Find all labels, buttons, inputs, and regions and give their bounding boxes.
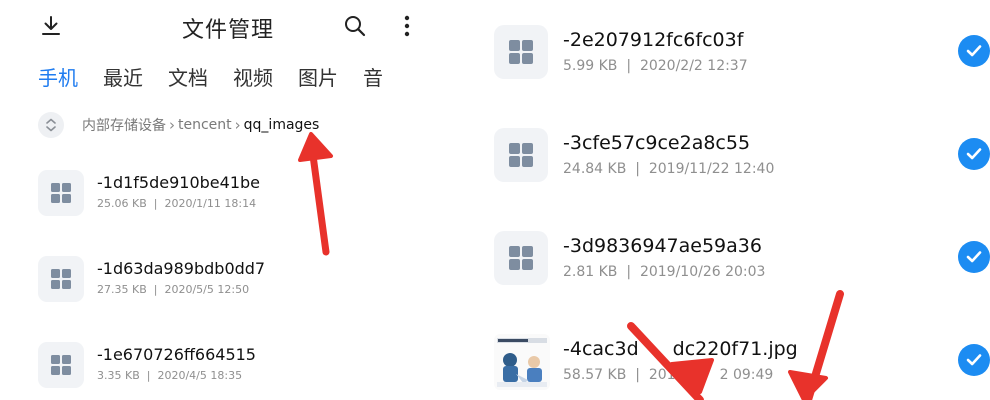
- right-screen: -2e207912fc6fc03f 5.99 KB | 2020/2/2 12:…: [448, 0, 990, 400]
- file-size: 3.35 KB: [97, 369, 140, 382]
- meta-separator: |: [635, 367, 640, 383]
- file-name-start: -4cac3d: [563, 338, 639, 360]
- file-meta: 27.35 KB | 2020/5/5 12:50: [97, 283, 249, 296]
- list-item[interactable]: -1e670726ff664515 3.35 KB | 2020/4/5 18:…: [38, 342, 418, 392]
- file-type-icon: [38, 342, 84, 388]
- list-item[interactable]: -1d1f5de910be41be 25.06 KB | 2020/1/11 1…: [38, 170, 418, 220]
- file-date: 2020/5/5 12:50: [164, 283, 250, 296]
- expand-collapse-icon: [46, 118, 56, 132]
- file-name: -4cac3d dc220f71.jpg: [563, 338, 798, 360]
- tab-videos[interactable]: 视频: [233, 62, 273, 91]
- breadcrumb-separator: ›: [169, 116, 175, 134]
- comic-thumbnail-image: [494, 334, 550, 390]
- file-size: 27.35 KB: [97, 283, 147, 296]
- file-size: 5.99 KB: [563, 58, 618, 74]
- grid-icon: [51, 355, 71, 375]
- breadcrumb-tencent[interactable]: tencent: [178, 117, 232, 133]
- file-name: -3d9836947ae59a36: [563, 235, 762, 257]
- checkmark-icon: [966, 45, 982, 57]
- list-item[interactable]: -1d63da989bdb0dd7 27.35 KB | 2020/5/5 12…: [38, 256, 418, 306]
- file-type-icon: [38, 170, 84, 216]
- meta-separator: |: [146, 369, 151, 382]
- file-type-icon: [38, 256, 84, 302]
- file-meta: 3.35 KB | 2020/4/5 18:35: [97, 369, 242, 382]
- checkmark-icon: [966, 354, 982, 366]
- file-type-icon: [494, 128, 548, 182]
- download-button[interactable]: [36, 11, 66, 41]
- file-meta: 25.06 KB | 2020/1/11 18:14: [97, 197, 256, 210]
- top-bar: 文件管理: [0, 0, 420, 52]
- file-date: 2020/2/2 12:37: [639, 58, 748, 74]
- more-options-button[interactable]: [392, 11, 420, 41]
- file-name: -2e207912fc6fc03f: [563, 29, 744, 51]
- grid-icon: [509, 40, 533, 64]
- breadcrumb-separator: ›: [234, 116, 241, 134]
- file-date-start: 201: [648, 367, 676, 383]
- breadcrumb-internal-storage[interactable]: 内部存储设备: [82, 115, 166, 135]
- grid-icon: [51, 183, 71, 203]
- file-type-icon: [494, 231, 548, 285]
- file-size: 24.84 KB: [563, 161, 627, 177]
- search-icon: [345, 16, 366, 37]
- grid-icon: [51, 269, 71, 289]
- file-name: -3cfe57c9ce2a8c55: [563, 132, 751, 154]
- left-screen: 文件管理 手机最近文档视频图片音 内部存储设备 › tencent ›: [0, 0, 420, 400]
- search-button[interactable]: [340, 11, 370, 41]
- checkmark-icon: [966, 251, 982, 263]
- file-type-icon: [494, 25, 548, 79]
- tab-music[interactable]: 音: [363, 62, 383, 91]
- file-size: 58.57 KB: [563, 367, 627, 383]
- file-name: -1d63da989bdb0dd7: [97, 259, 266, 278]
- file-name-end: dc220f71.jpg: [672, 338, 798, 360]
- file-date: 2020/4/5 18:35: [157, 369, 243, 382]
- tab-documents[interactable]: 文档: [168, 62, 208, 91]
- more-vertical-icon: [404, 15, 410, 37]
- file-date: 2019/10/26 20:03: [639, 264, 766, 280]
- list-item[interactable]: -2e207912fc6fc03f 5.99 KB | 2020/2/2 12:…: [494, 25, 990, 81]
- navigate-up-button[interactable]: [38, 112, 64, 138]
- meta-separator: |: [635, 161, 640, 177]
- file-date: 2020/1/11 18:14: [164, 197, 257, 210]
- grid-icon: [509, 143, 533, 167]
- breadcrumb: 内部存储设备 › tencent › qq_images: [38, 111, 319, 139]
- category-tabs: 手机 最近 文档 视频 图片音: [38, 62, 420, 94]
- file-name: -1e670726ff664515: [97, 345, 256, 364]
- selected-checkbox[interactable]: [958, 344, 990, 376]
- file-meta: 2.81 KB | 2019/10/26 20:03: [563, 264, 765, 280]
- list-item[interactable]: -4cac3d dc220f71.jpg 58.57 KB | 201 2 09:4…: [494, 334, 990, 390]
- meta-separator: |: [626, 58, 632, 74]
- tab-recent[interactable]: 最近: [103, 62, 143, 91]
- list-item[interactable]: -3cfe57c9ce2a8c55 24.84 KB | 2019/11/22 …: [494, 128, 990, 184]
- download-icon: [42, 16, 60, 35]
- checkmark-icon: [966, 148, 982, 160]
- tab-images[interactable]: 图片: [298, 62, 338, 91]
- page-title: 文件管理: [182, 18, 275, 43]
- file-meta: 58.57 KB | 201 2 09:49: [563, 367, 773, 383]
- selected-checkbox[interactable]: [958, 138, 990, 170]
- meta-separator: |: [153, 197, 158, 210]
- grid-icon: [509, 246, 533, 270]
- file-meta: 24.84 KB | 2019/11/22 12:40: [563, 161, 774, 177]
- file-name: -1d1f5de910be41be: [97, 173, 260, 192]
- file-date-end: 2 09:49: [719, 367, 774, 383]
- meta-separator: |: [626, 264, 632, 280]
- selected-checkbox[interactable]: [958, 241, 990, 273]
- list-item[interactable]: -3d9836947ae59a36 2.81 KB | 2019/10/26 2…: [494, 231, 990, 287]
- file-size: 2.81 KB: [563, 264, 618, 280]
- file-date: 2019/11/22 12:40: [648, 161, 775, 177]
- file-size: 25.06 KB: [97, 197, 147, 210]
- breadcrumb-current-folder[interactable]: qq_images: [244, 117, 320, 133]
- selected-checkbox[interactable]: [958, 35, 990, 67]
- image-thumbnail: [494, 334, 550, 390]
- file-meta: 5.99 KB | 2020/2/2 12:37: [563, 58, 748, 74]
- meta-separator: |: [153, 283, 158, 296]
- tab-phone[interactable]: 手机: [38, 62, 78, 91]
